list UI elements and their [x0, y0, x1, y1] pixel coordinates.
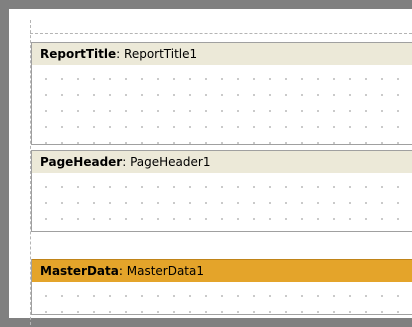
band-master-data-header[interactable]: MasterData : MasterData1 — [32, 259, 412, 282]
band-master-data[interactable]: MasterData : MasterData1 — [31, 259, 412, 315]
band-page-header-grid[interactable] — [32, 173, 412, 231]
band-instance-name: MasterData1 — [126, 264, 205, 278]
band-master-data-grid[interactable] — [32, 282, 412, 314]
band-page-header[interactable]: PageHeader : PageHeader1 — [31, 150, 412, 232]
band-report-title[interactable]: ReportTitle : ReportTitle1 — [31, 42, 412, 145]
band-page-header-header[interactable]: PageHeader : PageHeader1 — [32, 150, 412, 173]
band-type-label: PageHeader — [40, 155, 123, 169]
band-separator: : — [116, 47, 125, 61]
band-report-title-grid[interactable] — [32, 65, 412, 144]
band-instance-name: ReportTitle1 — [124, 47, 198, 61]
top-margin-guide — [30, 33, 412, 34]
band-type-label: ReportTitle — [40, 47, 117, 61]
band-report-title-header[interactable]: ReportTitle : ReportTitle1 — [32, 42, 412, 65]
band-type-label: MasterData — [40, 264, 119, 278]
band-separator: : — [122, 155, 131, 169]
band-instance-name: PageHeader1 — [130, 155, 211, 169]
band-separator: : — [118, 264, 127, 278]
